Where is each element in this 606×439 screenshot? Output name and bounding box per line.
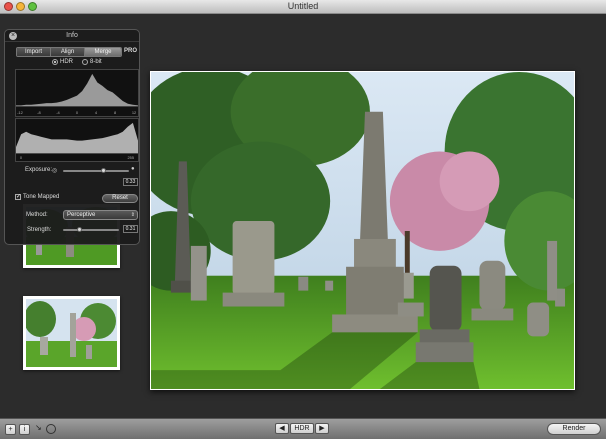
info-panel-title: Info (66, 32, 78, 39)
exposure-value[interactable]: 0.33 (123, 178, 138, 186)
histogram-area (16, 73, 138, 107)
histogram-tick-label: 255 (128, 155, 135, 160)
add-button[interactable]: + (5, 424, 16, 435)
tone-mapped-label: Tone Mapped (23, 194, 60, 200)
previous-button[interactable]: ◀ (275, 423, 289, 434)
hdr-mode-button[interactable]: HDR (290, 423, 314, 434)
ldr-histogram-graph: 0 255 (16, 122, 138, 160)
close-icon[interactable]: × (9, 32, 17, 40)
strength-slider-knob[interactable] (77, 227, 83, 232)
exposure-min-icon: ◎ (52, 168, 58, 174)
radio-hdr-label: HDR (60, 59, 73, 65)
bottom-toolbar: + i ↘ ◀ HDR ▶ Render (0, 418, 606, 439)
strength-label: Strength: (27, 227, 52, 233)
pro-badge: PRO (124, 48, 138, 54)
histogram-tick-label: 0 (20, 155, 22, 160)
eyedropper-icon[interactable]: ↘ (35, 423, 42, 432)
info-button[interactable]: i (19, 424, 30, 435)
radio-8bit-label: 8-bit (90, 59, 102, 65)
tone-mapped-toggle[interactable]: ✓ Tone Mapped (15, 194, 59, 200)
circle-tool-icon[interactable] (46, 424, 56, 434)
info-panel: × Info Import Align Merge PRO HDR 8-bit … (4, 29, 140, 245)
tab-merge[interactable]: Merge (85, 48, 121, 56)
exposure-label: Exposure: (25, 167, 53, 173)
window-titlebar: Untitled (0, 0, 606, 14)
window-title: Untitled (287, 1, 319, 11)
method-value: Perceptive (67, 212, 96, 218)
info-panel-titlebar[interactable]: × Info (5, 30, 139, 42)
histogram-tick-label: -8 (37, 110, 40, 115)
hdr-histogram: -12 -8 -4 0 4 8 12 (15, 69, 139, 117)
method-select[interactable]: Perceptive ⇕ (63, 210, 138, 220)
tab-import[interactable]: Import (17, 48, 51, 56)
exposure-thumbnail-2[interactable] (23, 296, 120, 370)
histogram-area (16, 122, 138, 154)
strength-slider[interactable] (63, 227, 119, 232)
ldr-histogram: 0 255 (15, 118, 139, 162)
radio-hdr-dot[interactable] (52, 59, 58, 65)
chevron-updown-icon: ⇕ (130, 212, 135, 218)
mode-segmented-control: Import Align Merge (16, 47, 122, 57)
histogram-tick-label: 0 (76, 110, 78, 115)
reset-button[interactable]: Reset (102, 194, 138, 203)
radio-8bit[interactable]: 8-bit (82, 59, 102, 65)
exposure-max-icon: ● (131, 166, 135, 172)
histogram-tick-label: -4 (56, 110, 60, 115)
render-button[interactable]: Render (547, 423, 601, 435)
strength-value[interactable]: 0.31 (123, 225, 138, 233)
histogram-tick-label: 8 (114, 110, 116, 115)
histogram-tick-label: 4 (95, 110, 98, 115)
tab-align[interactable]: Align (51, 48, 85, 56)
hdr-preview-image[interactable] (150, 71, 575, 390)
radio-hdr[interactable]: HDR (52, 59, 73, 65)
histogram-tick-label: -12 (17, 110, 23, 115)
exposure-slider-knob[interactable] (100, 168, 106, 173)
exposure-slider[interactable] (63, 168, 129, 173)
method-label: Method: (26, 212, 48, 218)
hdr-histogram-graph: -12 -8 -4 0 4 8 12 (16, 73, 138, 115)
histogram-tick-label: 12 (132, 110, 136, 115)
next-button[interactable]: ▶ (315, 423, 329, 434)
radio-8bit-dot[interactable] (82, 59, 88, 65)
tone-mapped-checkbox[interactable]: ✓ (15, 194, 21, 200)
workspace: × Info Import Align Merge PRO HDR 8-bit … (0, 14, 606, 418)
